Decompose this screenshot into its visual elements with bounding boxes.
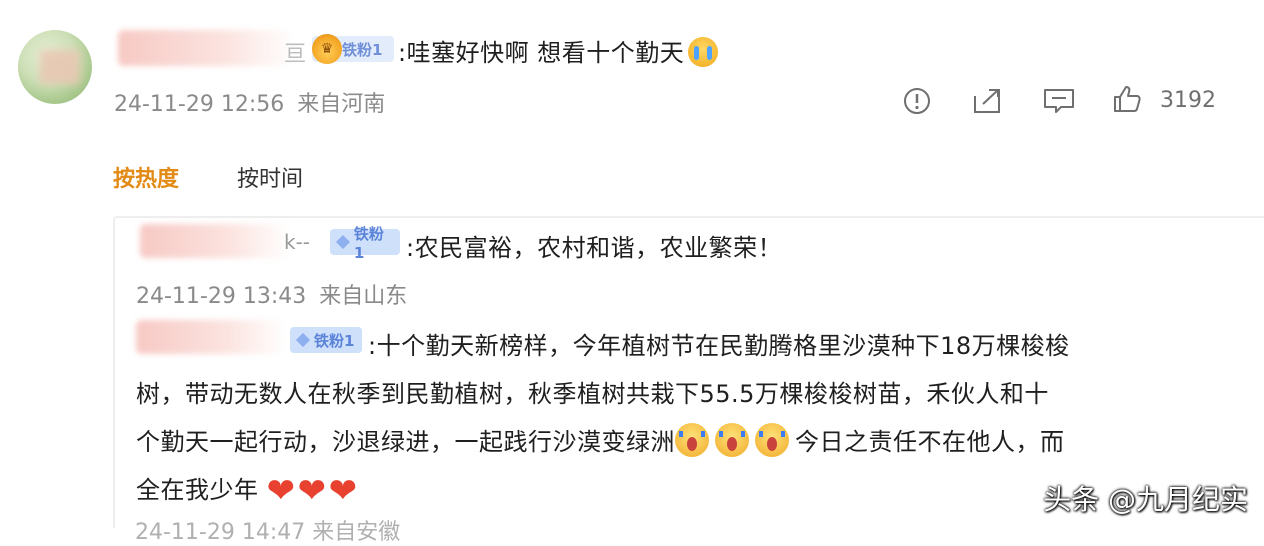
reply2-text-line1: :十个勤天新榜样，今年植树节在民勤腾格里沙漠种下18万棵梭梭 — [368, 332, 1070, 360]
commenter-avatar[interactable] — [18, 30, 92, 104]
reply1-meta: 24-11-29 13:43 来自山东 — [136, 278, 407, 310]
report-icon — [904, 88, 930, 114]
comment-location: 来自河南 — [297, 92, 386, 117]
like-icon — [1114, 86, 1141, 112]
heart-emoji: ❤ — [297, 471, 327, 511]
reply1-date: 24-11-29 13:43 — [136, 284, 307, 309]
reply2-text-line3: 个勤天一起行动，沙退绿进，一起践行沙漠变绿洲 今日之责任不在他人，而 — [136, 422, 1065, 457]
reply1-location: 来自山东 — [319, 284, 408, 309]
heart-emoji: ❤ — [328, 471, 358, 511]
comment-text: :哇塞好快啊 想看十个勤天 — [398, 33, 719, 68]
report-button[interactable] — [900, 84, 934, 118]
reply1-name-blurred[interactable] — [140, 224, 290, 258]
reply2-badge-label: 铁粉1 — [314, 331, 355, 350]
reply1-fan-badge[interactable]: 铁粉1 — [330, 225, 400, 262]
reply1-badge-label: 铁粉1 — [353, 224, 384, 262]
scream-emoji — [675, 423, 709, 457]
share-icon — [974, 89, 1000, 113]
fan-badge[interactable]: ♛ 铁粉1 — [312, 34, 394, 64]
reply1-text: :农民富裕，农村和谐，农业繁荣！ — [406, 234, 783, 262]
cry-emoji — [688, 37, 719, 67]
comment-meta: 24-11-29 12:56 来自河南 — [114, 86, 385, 118]
watermark: 头条 @九月纪实 — [1043, 483, 1248, 516]
reply2-text-line4: 全在我少年 ❤❤❤ — [136, 471, 358, 511]
diamond-icon — [335, 234, 350, 250]
reply2-meta-cut: 24-11-29 14:47 来自安徽 — [135, 520, 401, 545]
scream-emoji — [715, 423, 749, 457]
crown-icon: ♛ — [312, 34, 342, 64]
comment-button[interactable] — [1042, 84, 1076, 118]
comment-icon — [1044, 89, 1074, 113]
tab-sort-by-hot[interactable]: 按热度 — [113, 161, 179, 193]
reply1-name-tail: k-- — [284, 230, 311, 254]
commenter-name-blurred[interactable] — [118, 30, 296, 66]
fan-badge-label: 铁粉1 — [342, 40, 383, 59]
like-count: 3192 — [1160, 88, 1216, 113]
like-button[interactable] — [1110, 82, 1144, 116]
comment-date: 24-11-29 12:56 — [114, 92, 285, 117]
heart-emoji: ❤ — [266, 471, 296, 511]
share-button[interactable] — [970, 84, 1004, 118]
reply2-text-line2: 树，带动无数人在秋季到民勤植树，秋季植树共栽下55.5万棵梭梭树苗，禾伙人和十 — [136, 380, 1049, 408]
name-tail-char: 亘 — [284, 42, 307, 67]
tab-sort-by-time[interactable]: 按时间 — [237, 161, 303, 193]
diamond-icon — [295, 332, 311, 348]
scream-emoji — [755, 423, 789, 457]
reply2-name-blurred[interactable] — [136, 320, 286, 354]
reply2-fan-badge[interactable]: 铁粉1 — [290, 327, 362, 353]
